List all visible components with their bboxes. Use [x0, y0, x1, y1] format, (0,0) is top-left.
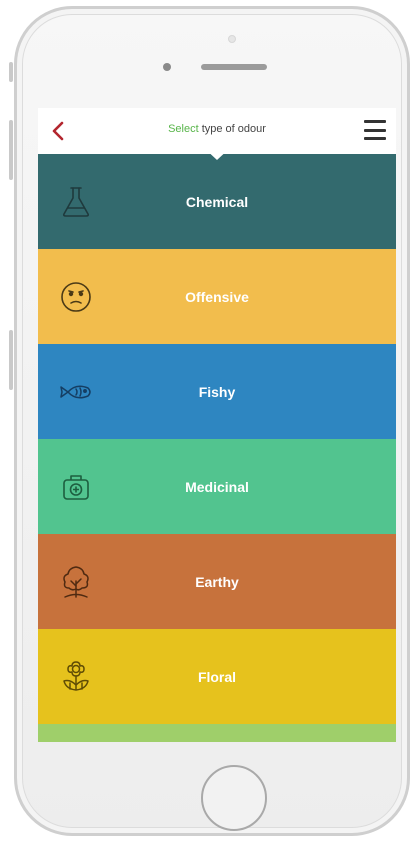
title-accent: Select — [168, 123, 199, 135]
odour-label: Fishy — [198, 383, 236, 400]
odour-row-partial[interactable] — [38, 724, 396, 742]
mute-switch — [9, 62, 13, 82]
sensor — [163, 63, 171, 71]
camera — [228, 35, 236, 43]
app-screen: Select type of odour Chemical Offensive … — [38, 108, 396, 742]
medical-kit-icon — [58, 469, 94, 505]
odour-label: Earthy — [195, 573, 239, 590]
home-button[interactable] — [201, 765, 267, 831]
hamburger-icon-line — [364, 128, 386, 132]
flower-icon — [58, 659, 94, 695]
page-title: Select type of odour — [38, 123, 396, 135]
top-bar: Select type of odour — [38, 108, 396, 160]
odour-list: Chemical Offensive Fishy Medicinal Earth… — [38, 154, 396, 742]
odour-row-medicinal[interactable]: Medicinal — [38, 439, 396, 534]
odour-label: Floral — [197, 668, 237, 685]
hamburger-icon-line — [364, 137, 386, 140]
odour-row-offensive[interactable]: Offensive — [38, 249, 396, 344]
odour-label: Offensive — [185, 288, 249, 305]
fish-icon — [58, 374, 94, 410]
hamburger-icon-line — [364, 120, 386, 123]
odour-row-chemical[interactable]: Chemical — [38, 154, 396, 249]
odour-label: Medicinal — [185, 478, 249, 495]
title-text: type of odour — [198, 123, 266, 135]
volume-down-button — [9, 330, 13, 390]
pointer-notch — [203, 147, 231, 160]
odour-row-floral[interactable]: Floral — [38, 629, 396, 724]
speaker — [201, 64, 267, 70]
odour-row-fishy[interactable]: Fishy — [38, 344, 396, 439]
volume-up-button — [9, 120, 13, 180]
tree-icon — [58, 564, 94, 600]
face-icon — [58, 279, 94, 315]
odour-row-earthy[interactable]: Earthy — [38, 534, 396, 629]
odour-label: Chemical — [185, 193, 249, 210]
menu-button[interactable] — [364, 120, 386, 140]
flask-icon — [58, 184, 94, 220]
